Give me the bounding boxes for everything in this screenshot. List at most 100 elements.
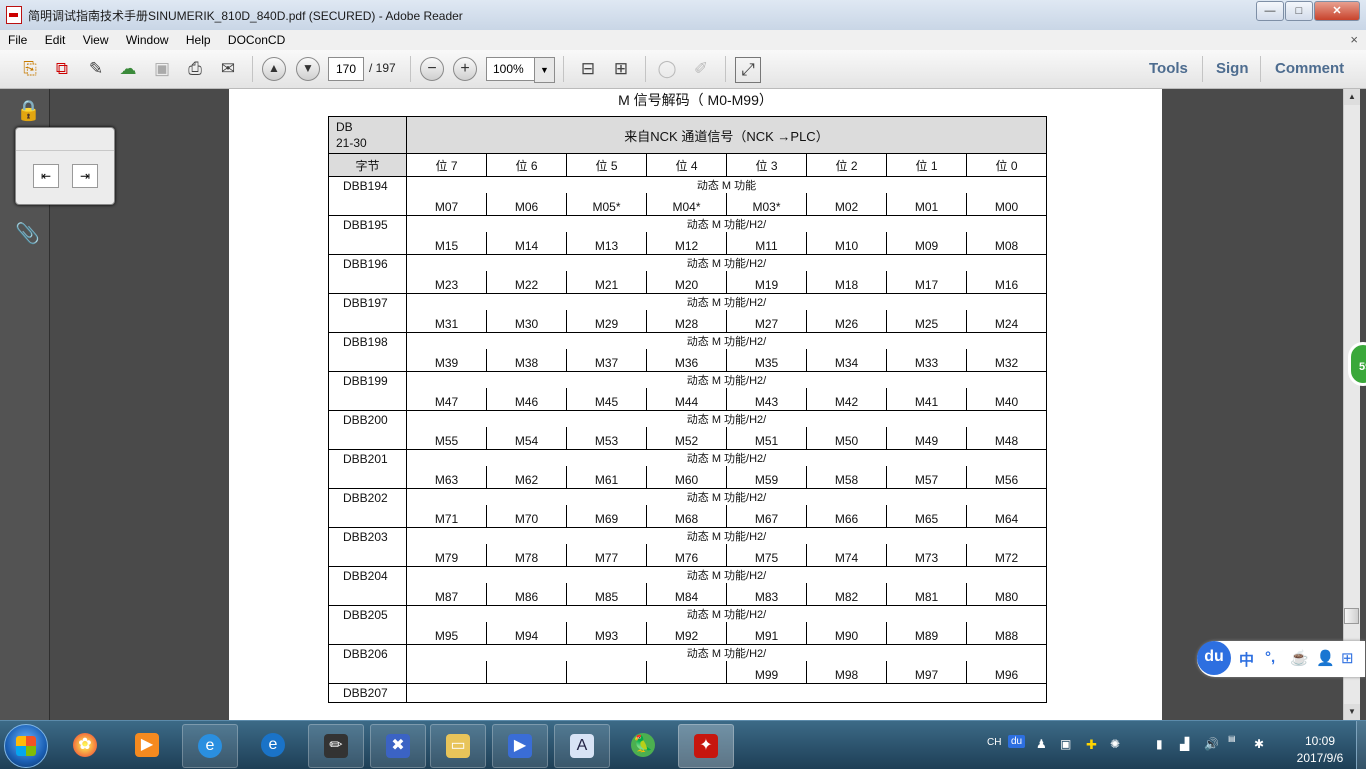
menu-doconcd[interactable]: DOConCD [220, 30, 291, 47]
fit-page-icon[interactable]: ⊟ [576, 57, 600, 81]
close-button[interactable]: ✕ [1314, 1, 1360, 21]
zoom-in-button[interactable]: + [453, 57, 477, 81]
function-label: 动态 M 功能/H2/ [406, 254, 1047, 272]
m-signal-cell: M93 [566, 622, 647, 646]
table-row-bits: M71 M70 M69 M68 M67 M66 M65 M64 [329, 505, 1047, 529]
previous-page-button[interactable]: ▲ [262, 57, 286, 81]
m-signal-cell: M18 [806, 271, 887, 295]
taskbar-app-explorer[interactable]: ▭ [430, 724, 486, 768]
m-signal-cell: M72 [966, 544, 1047, 568]
email-icon[interactable]: ✉ [216, 57, 240, 81]
baidu-ime-logo[interactable]: du [1197, 641, 1231, 675]
page-number-input[interactable]: 170 [328, 57, 364, 81]
tray-film-icon[interactable]: ✺ [1110, 737, 1120, 751]
m-signal-cell [486, 661, 567, 685]
next-page-button[interactable]: ▼ [296, 57, 320, 81]
taskbar-app-ie1[interactable]: e [182, 724, 238, 768]
tray-bluetooth-icon[interactable]: ✱ [1254, 737, 1264, 751]
print-icon[interactable]: ⎙ [183, 57, 207, 81]
save-icon[interactable]: ▣ [150, 57, 174, 81]
m-signal-cell: M45 [566, 388, 647, 412]
tray-network-device-icon[interactable]: ▣ [1060, 737, 1071, 751]
ime-chinese-mode[interactable]: 中 [1239, 649, 1254, 670]
start-button[interactable] [4, 724, 48, 768]
taskbar-clock[interactable]: 10:09 2017/9/6 [1290, 733, 1350, 767]
tools-button[interactable]: Tools [1149, 60, 1188, 77]
fit-width-icon[interactable]: ⊞ [609, 57, 633, 81]
floating-badge[interactable]: 59 [1348, 342, 1366, 386]
edit-icon[interactable]: ✎ [84, 57, 108, 81]
m-signal-cell: M99 [726, 661, 807, 685]
expand-panel-icon[interactable]: ⇥ [72, 164, 98, 188]
taskbar-app-video[interactable]: ▶ [492, 724, 548, 768]
m-signal-cell: M70 [486, 505, 567, 529]
m-signal-cell: M16 [966, 271, 1047, 295]
fullscreen-icon[interactable]: ⤢ [735, 57, 761, 83]
zoom-out-button[interactable]: − [420, 57, 444, 81]
taskbar-app-media[interactable]: ▶ [120, 724, 174, 766]
sign-button[interactable]: Sign [1216, 60, 1249, 77]
m-signal-cell: M55 [406, 427, 487, 451]
highlight-icon[interactable]: ✐ [689, 57, 713, 81]
taskbar-app-paint[interactable]: ✏ [308, 724, 364, 768]
ime-punctuation-mode[interactable]: °, [1265, 649, 1275, 666]
taskbar-app-wordpad[interactable]: A [554, 724, 610, 768]
tray-person-icon[interactable]: ♟ [1036, 737, 1047, 751]
sticky-note-icon[interactable]: ◯ [655, 57, 679, 81]
comment-button[interactable]: Comment [1275, 60, 1344, 77]
wordpad-icon: A [570, 734, 594, 758]
maximize-button[interactable]: □ [1285, 1, 1313, 21]
collapse-panel-icon[interactable]: ⇤ [33, 164, 59, 188]
bit-7-header: 位 7 [406, 153, 487, 177]
document-close-icon[interactable]: × [1350, 32, 1358, 47]
ime-user-icon[interactable]: 👤 [1316, 649, 1335, 667]
menu-view[interactable]: View [75, 30, 115, 47]
m-signal-cell: M66 [806, 505, 887, 529]
taskbar-app-adobe-reader[interactable]: ✦ [678, 724, 734, 768]
m-signal-cell: M44 [646, 388, 727, 412]
menu-help[interactable]: Help [178, 30, 217, 47]
tray-battery-icon[interactable]: ▮ [1156, 737, 1163, 751]
tray-baidu-ime[interactable]: du [1008, 735, 1026, 748]
taskbar-app-parrot[interactable]: 🦜 [616, 724, 670, 766]
scrollbar-thumb[interactable] [1344, 608, 1359, 624]
attachment-icon[interactable]: 📎 [15, 221, 40, 246]
menu-file[interactable]: File [0, 30, 33, 47]
window-title: 简明调试指南技术手册SINUMERIK_810D_840D.pdf (SECUR… [28, 9, 463, 23]
lock-icon[interactable]: 🔒 [16, 98, 41, 123]
upload-icon[interactable]: ☁ [116, 57, 140, 81]
zoom-dropdown-icon[interactable]: ▼ [534, 57, 555, 83]
m-signal-cell: M68 [646, 505, 727, 529]
ime-menu-icon[interactable]: ⊞ [1341, 649, 1354, 667]
function-label: 动态 M 功能/H2/ [406, 371, 1047, 389]
scroll-up-icon[interactable]: ▲ [1344, 89, 1360, 105]
m-signal-cell: M79 [406, 544, 487, 568]
m-signal-cell: M22 [486, 271, 567, 295]
table-row-bits: M79 M78 M77 M76 M75 M74 M73 M72 [329, 544, 1047, 568]
create-pdf-icon[interactable]: ⎘ [18, 57, 42, 81]
taskbar-app-ie2[interactable]: e [246, 724, 300, 766]
show-desktop-button[interactable] [1356, 721, 1366, 769]
table-row-bits: M87 M86 M85 M84 M83 M82 M81 M80 [329, 583, 1047, 607]
m-signal-cell: M41 [886, 388, 967, 412]
m-signal-cell: M83 [726, 583, 807, 607]
tray-signal-icon[interactable]: ▟ [1180, 737, 1189, 751]
tray-license-icon[interactable]: ▤ [1228, 734, 1236, 743]
taskbar-app-photos[interactable]: ✿ [58, 724, 112, 766]
tray-volume-icon[interactable]: 🔊 [1204, 737, 1219, 751]
menu-window[interactable]: Window [118, 30, 175, 47]
vertical-scrollbar[interactable]: ▲ ▼ [1343, 89, 1360, 720]
menu-edit[interactable]: Edit [37, 30, 72, 47]
ime-skin-icon[interactable]: ☕ [1290, 649, 1309, 667]
tray-plus-icon[interactable]: ✚ [1086, 737, 1097, 753]
minimize-button[interactable]: — [1256, 1, 1284, 21]
header-db-text: DB 21-30 [336, 120, 367, 150]
byte-cell: DBB199 [328, 371, 407, 411]
ime-toolbar: du 中 °, ☕ 👤 ⊞ [1197, 641, 1365, 677]
byte-cell: DBB197 [328, 293, 407, 333]
create-pdf-options-icon[interactable]: ⧉ [50, 57, 74, 81]
m-signal-cell: M61 [566, 466, 647, 490]
tray-language[interactable]: CH [987, 737, 1001, 748]
scroll-down-icon[interactable]: ▼ [1344, 704, 1360, 720]
taskbar-app-tool[interactable]: ✖ [370, 724, 426, 768]
